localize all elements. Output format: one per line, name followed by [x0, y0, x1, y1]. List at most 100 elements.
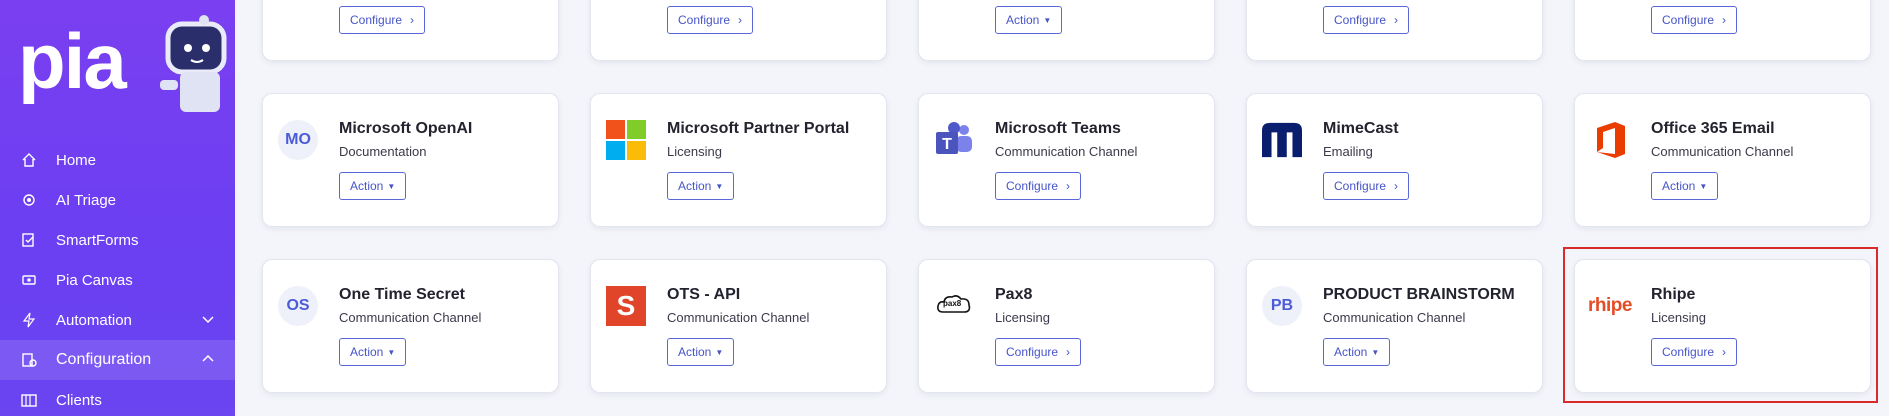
action-dropdown-button[interactable]: Action ▼ — [995, 6, 1063, 34]
mimecast-logo-icon — [1262, 120, 1302, 160]
caret-down-icon: ▼ — [1371, 347, 1380, 357]
integration-category: Emailing — [1323, 144, 1373, 159]
sidebar-item-label: Pia Canvas — [56, 271, 133, 289]
action-dropdown-button[interactable]: Action ▼ — [1323, 338, 1391, 366]
chevron-right-icon: › — [410, 13, 415, 27]
integration-title: PRODUCT BRAINSTORM — [1323, 286, 1515, 303]
configure-button[interactable]: Configure › — [1651, 6, 1738, 34]
teams-logo-icon: T — [934, 120, 974, 160]
sidebar-item-label: AI Triage — [56, 191, 117, 209]
configure-button[interactable]: Configure › — [995, 172, 1082, 200]
integration-logo: PB — [1262, 286, 1302, 326]
configure-button[interactable]: Configure › — [339, 6, 426, 34]
integration-card: Configure › — [262, 0, 559, 61]
caret-down-icon: ▼ — [715, 181, 724, 191]
sidebar-item-clients[interactable]: Clients — [0, 380, 235, 416]
integration-title: Microsoft OpenAI — [339, 120, 473, 137]
sidebar-nav: Home AI Triage SmartForms Pia Canvas Aut… — [0, 140, 235, 416]
integration-card: Configure › — [590, 0, 887, 61]
sidebar-item-automation[interactable]: Automation — [0, 300, 235, 340]
lightning-icon — [20, 311, 38, 329]
sidebar-item-pia-canvas[interactable]: Pia Canvas — [0, 260, 235, 300]
integrations-grid: Configure › Configure › Action ▼ Configure ›… — [235, 0, 1889, 416]
integration-category: Communication Channel — [667, 310, 810, 325]
integration-card-mimecast[interactable]: MimeCast Emailing Configure › — [1246, 93, 1543, 227]
sidebar-item-ai-triage[interactable]: AI Triage — [0, 180, 235, 220]
initials-avatar: MO — [278, 120, 318, 160]
sidebar-item-label: Configuration — [56, 351, 152, 368]
svg-text:T: T — [942, 136, 952, 153]
integration-category: Communication Channel — [1651, 144, 1794, 159]
chevron-right-icon: › — [738, 13, 743, 27]
caret-down-icon: ▼ — [1043, 15, 1052, 25]
integration-category: Communication Channel — [339, 310, 482, 325]
sidebar-item-label: Clients — [56, 391, 102, 409]
chevron-right-icon: › — [1394, 179, 1399, 193]
integration-title: One Time Secret — [339, 286, 465, 303]
sidebar-item-smartforms[interactable]: SmartForms — [0, 220, 235, 260]
integration-title: MimeCast — [1323, 120, 1399, 137]
ai-triage-icon — [20, 191, 38, 209]
action-dropdown-button[interactable]: Action ▼ — [339, 338, 407, 366]
caret-down-icon: ▼ — [1699, 181, 1708, 191]
integration-category: Communication Channel — [1323, 310, 1466, 325]
integration-card-product-brainstorm[interactable]: PB PRODUCT BRAINSTORM Communication Chan… — [1246, 259, 1543, 393]
chevron-up-icon[interactable] — [201, 352, 215, 366]
integration-category: Licensing — [667, 144, 722, 159]
configure-button[interactable]: Configure › — [667, 6, 754, 34]
configure-button[interactable]: Configure › — [1323, 172, 1410, 200]
integration-card-microsoft-partner-portal[interactable]: Microsoft Partner Portal Licensing Actio… — [590, 93, 887, 227]
integration-card: Configure › — [1246, 0, 1543, 61]
clients-icon — [20, 391, 38, 409]
integration-card-rhipe[interactable]: rhipe Rhipe Licensing Configure › — [1574, 259, 1871, 393]
caret-down-icon: ▼ — [387, 347, 396, 357]
canvas-icon — [20, 271, 38, 289]
integration-title: Office 365 Email — [1651, 120, 1775, 137]
integration-category: Communication Channel — [995, 144, 1138, 159]
integration-card-microsoft-openai[interactable]: MO Microsoft OpenAI Documentation Action… — [262, 93, 559, 227]
action-dropdown-button[interactable]: Action ▼ — [339, 172, 407, 200]
configure-button[interactable]: Configure › — [1651, 338, 1738, 366]
sidebar-item-label: Automation — [56, 311, 132, 329]
sidebar-item-label: Home — [56, 151, 97, 169]
smartforms-icon — [20, 231, 38, 249]
action-dropdown-button[interactable]: Action ▼ — [1651, 172, 1719, 200]
integration-card-office-365-email[interactable]: Office 365 Email Communication Channel A… — [1574, 93, 1871, 227]
robot-mascot-icon — [160, 15, 227, 112]
chevron-down-icon[interactable] — [201, 312, 215, 326]
home-icon — [20, 151, 38, 169]
initials-avatar: PB — [1262, 286, 1302, 326]
action-dropdown-button[interactable]: Action ▼ — [667, 338, 735, 366]
integration-logo: OS — [278, 286, 318, 326]
rhipe-logo-icon: rhipe — [1588, 295, 1632, 316]
pia-logo[interactable]: pia — [18, 22, 127, 100]
chevron-right-icon: › — [1722, 13, 1727, 27]
integration-card-microsoft-teams[interactable]: T Microsoft Teams Communication Channel … — [918, 93, 1215, 227]
configuration-icon — [20, 351, 38, 369]
integration-logo: MO — [278, 120, 318, 160]
office-logo-icon — [1590, 120, 1630, 160]
ots-logo-icon: S — [606, 286, 646, 326]
integration-title: Microsoft Teams — [995, 120, 1121, 137]
caret-down-icon: ▼ — [715, 347, 724, 357]
integration-category: Licensing — [995, 310, 1050, 325]
integration-card: Action ▼ — [918, 0, 1215, 61]
integration-title: Microsoft Partner Portal — [667, 120, 850, 137]
chevron-right-icon: › — [1066, 179, 1071, 193]
chevron-right-icon: › — [1394, 13, 1399, 27]
chevron-right-icon: › — [1722, 345, 1727, 359]
sidebar-item-label: SmartForms — [56, 231, 139, 249]
configure-button[interactable]: Configure › — [995, 338, 1082, 366]
integration-title: Pax8 — [995, 286, 1033, 303]
sidebar-item-home[interactable]: Home — [0, 140, 235, 180]
action-dropdown-button[interactable]: Action ▼ — [667, 172, 735, 200]
integration-title: Rhipe — [1651, 286, 1696, 303]
chevron-right-icon: › — [1066, 345, 1071, 359]
integration-card-ots-api[interactable]: S OTS - API Communication Channel Action… — [590, 259, 887, 393]
integration-card: Configure › — [1574, 0, 1871, 61]
integration-card-one-time-secret[interactable]: OS One Time Secret Communication Channel… — [262, 259, 559, 393]
integration-card-pax8[interactable]: pax8 Pax8 Licensing Configure › — [918, 259, 1215, 393]
sidebar-item-configuration[interactable]: Configuration — [0, 340, 235, 380]
initials-avatar: OS — [278, 286, 318, 326]
configure-button[interactable]: Configure › — [1323, 6, 1410, 34]
